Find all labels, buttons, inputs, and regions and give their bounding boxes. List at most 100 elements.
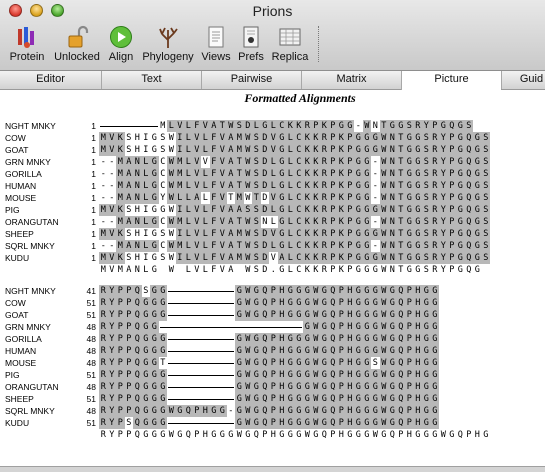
residue: M [116,168,125,180]
toolbar-protein-button[interactable]: Protein [4,25,50,67]
residue: V [218,132,227,144]
residue: G [354,417,363,429]
tab-guide[interactable]: Guid [501,71,545,89]
residue: Q [133,369,142,381]
tab-matrix[interactable]: Matrix [301,71,401,89]
residue: G [430,369,439,381]
residue: P [116,345,125,357]
tab-picture[interactable]: Picture [401,71,501,90]
residue: G [362,240,371,252]
tab-pairwise[interactable]: Pairwise [201,71,301,89]
residue: H [345,309,354,321]
residue: V [218,228,227,240]
residue: Q [260,393,269,405]
gap-residue: - [99,180,108,192]
tab-editor[interactable]: Editor [0,71,101,89]
residue: S [124,417,133,429]
residue: S [481,180,490,192]
consensus-residue: S [253,265,259,275]
residue: Y [439,228,448,240]
residue: P [447,168,456,180]
residue: L [286,192,295,204]
toolbar-unlocked-button[interactable]: Unlocked [52,25,102,67]
residue: L [184,132,193,144]
consensus-residue: G [432,430,438,440]
residue: G [294,297,303,309]
residue: I [175,144,184,156]
residue: L [141,240,150,252]
residue: W [167,405,176,417]
toolbar-phylogeny-button[interactable]: Phylogeny [140,25,196,67]
residue: S [252,240,261,252]
residue: S [405,120,414,132]
residue: K [311,252,320,264]
residue: F [209,204,218,216]
residue: Y [107,345,116,357]
residue: F [209,132,218,144]
consensus-residue: G [364,265,370,275]
residue: G [252,417,261,429]
consensus-residue: L [202,265,208,275]
residue: G [150,393,159,405]
residue: G [362,156,371,168]
residue: N [371,120,380,132]
toolbar-views-button[interactable]: Views [199,25,233,67]
residue: P [337,369,346,381]
residue: G [235,297,244,309]
residue: W [311,297,320,309]
residue: S [141,285,150,297]
residue: S [252,204,261,216]
residue: G [252,381,261,393]
consensus-residue: L [143,265,149,275]
consensus-residue: G [279,265,285,275]
residue: F [209,156,218,168]
residue: Q [328,345,337,357]
residue: R [320,132,329,144]
residue: G [277,156,286,168]
residue: G [354,216,363,228]
prefs-document-icon [243,26,259,48]
residue: G [303,321,312,333]
consensus-residue [159,264,168,276]
residue: H [345,393,354,405]
residue: R [99,393,108,405]
residue: W [379,228,388,240]
residue: W [379,309,388,321]
residue: W [243,216,252,228]
residue: G [413,192,422,204]
consensus-residue: G [211,430,217,440]
toolbar-replica-button[interactable]: Replica [269,25,311,67]
consensus-residue: G [177,430,183,440]
residue: P [328,120,337,132]
residue: Q [260,357,269,369]
consensus-residue [235,264,244,276]
tab-text[interactable]: Text [101,71,201,89]
toolbar-prefs-button[interactable]: Prefs [235,25,267,67]
residue: H [133,228,142,240]
toolbar-align-button[interactable]: Align [104,25,138,67]
residue: I [175,204,184,216]
residue: N [388,204,397,216]
sequence-start-index: 1 [91,133,96,143]
residue: N [133,180,142,192]
residue: C [158,156,167,168]
residue: L [184,144,193,156]
residue: D [260,168,269,180]
residue: G [294,405,303,417]
residue: G [345,120,354,132]
residue: G [396,120,405,132]
residue: K [116,132,125,144]
residue: S [481,216,490,228]
residue: W [243,180,252,192]
residue: G [430,381,439,393]
residue: I [141,252,150,264]
gap-line [168,315,234,316]
residue: P [345,180,354,192]
residue: Q [328,309,337,321]
sequence-start-index: 48 [86,346,96,356]
residue: S [422,132,431,144]
consensus-residue: G [381,430,387,440]
gap-residue: - [107,216,116,228]
residue: G [320,297,329,309]
residue: P [124,381,133,393]
